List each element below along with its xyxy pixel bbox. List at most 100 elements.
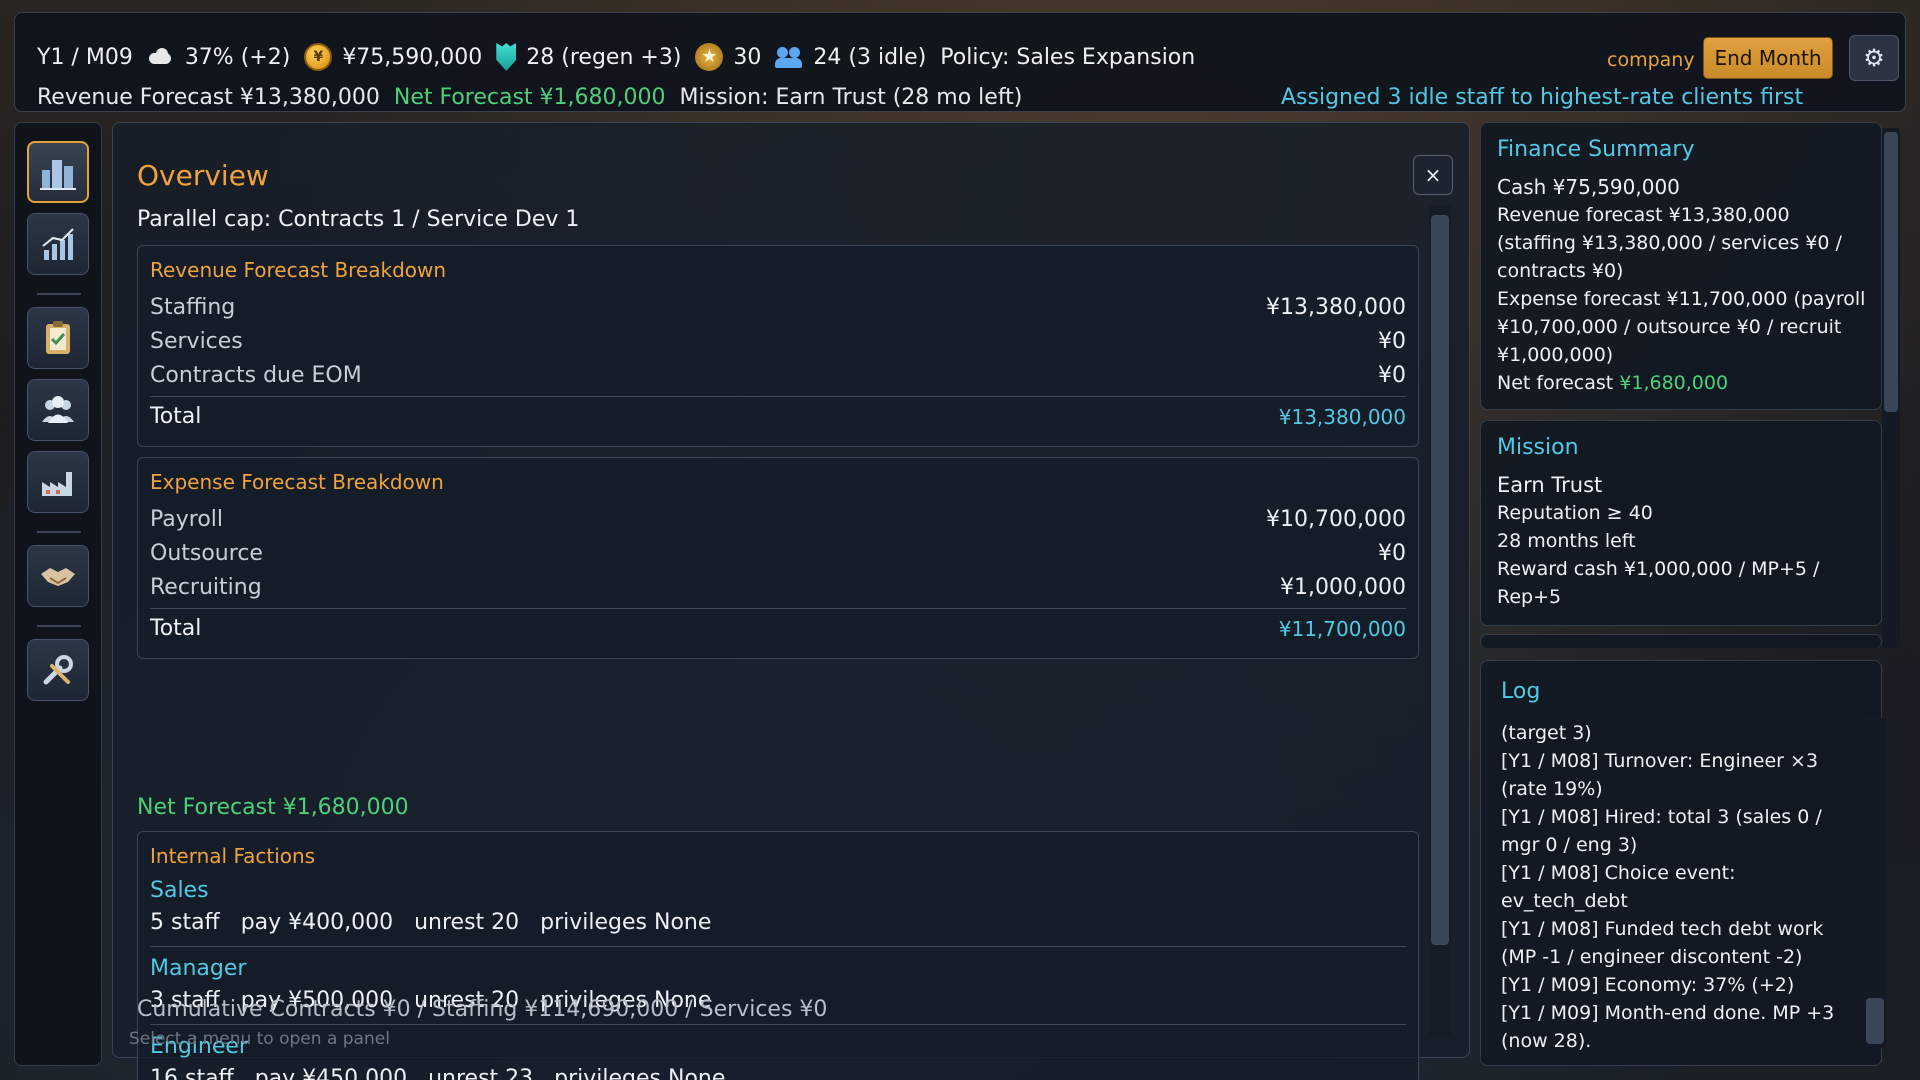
log-entry: [Y1 / M08] Hired: total 3 (sales 0 / mgr… [1501, 806, 1822, 856]
policy-text: Policy: Sales Expansion [940, 44, 1196, 70]
stats-row: Y1 / M09 37% (+2) ¥ ¥75,590,000 28 (rege… [37, 43, 1195, 71]
log-title: Log [1501, 679, 1541, 704]
coin-icon: ¥ [304, 43, 333, 71]
finance-expense: Expense forecast ¥11,700,000 (payroll ¥1… [1497, 288, 1866, 366]
mp-stat: 28 (regen +3) [496, 43, 681, 71]
crest-icon [496, 43, 517, 71]
cash-text: ¥75,590,000 [342, 44, 483, 70]
faction-detail-engineer: 16 staff pay ¥450,000 unrest 23 privileg… [150, 1066, 726, 1080]
staff-text: 24 (3 idle) [813, 44, 927, 70]
mission-title: Mission [1497, 435, 1579, 460]
log-entry: [Y1 / M08] Choice event: ev_tech_debt [1501, 862, 1736, 912]
company-label[interactable]: company [1607, 49, 1695, 71]
log-list: (target 3) [Y1 / M08] Turnover: Engineer… [1501, 719, 1853, 1055]
overview-scroll-thumb[interactable] [1431, 215, 1449, 945]
mission-time-left: 28 months left [1497, 530, 1636, 552]
finance-net-value: ¥1,680,000 [1619, 372, 1729, 394]
chart-icon [42, 228, 74, 260]
total-label: Total [150, 616, 202, 641]
left-nav [14, 122, 102, 1066]
end-month-button[interactable]: End Month [1703, 37, 1833, 79]
staff-stat: 24 (3 idle) [775, 43, 926, 71]
date-text: Y1 / M09 [37, 44, 133, 70]
reputation-text: 30 [733, 44, 762, 70]
total-value: ¥13,380,000 [1278, 404, 1406, 429]
log-entry: [Y1 / M09] Month-end done. MP +3 (now 28… [1501, 1002, 1835, 1052]
cash-stat: ¥ ¥75,590,000 [304, 43, 482, 71]
expense-line-item: Recruiting ¥1,000,000 [150, 570, 1406, 604]
revenue-line-item: Services ¥0 [150, 324, 1406, 358]
line-label: Staffing [150, 294, 236, 320]
factory-icon [42, 472, 72, 496]
economy-text: 37% (+2) [184, 44, 291, 70]
side-scroll-thumb[interactable] [1884, 132, 1898, 412]
log-scroll-thumb[interactable] [1866, 998, 1884, 1044]
nav-divider [37, 625, 81, 627]
total-label: Total [150, 404, 202, 429]
revenue-breakdown-title: Revenue Forecast Breakdown [150, 258, 447, 282]
revenue-line-item: Contracts due EOM ¥0 [150, 358, 1406, 392]
log-panel: Log (target 3) [Y1 / M08] Turnover: Engi… [1480, 660, 1882, 1066]
economy-stat: 37% (+2) [147, 43, 291, 71]
line-label: Payroll [150, 506, 224, 532]
line-label: Services [150, 328, 243, 354]
expense-line-item: Outsource ¥0 [150, 536, 1406, 570]
close-icon: × [1424, 163, 1442, 187]
line-label: Contracts due EOM [150, 362, 362, 388]
settings-button[interactable]: ⚙ [1849, 35, 1899, 81]
faction-name-manager: Manager [150, 956, 247, 981]
log-entry: (target 3) [1501, 722, 1592, 744]
clipboard-icon [46, 321, 70, 354]
net-forecast-text: Net Forecast ¥1,680,000 [393, 85, 666, 110]
line-value: ¥0 [1378, 540, 1406, 566]
net-forecast-line: Net Forecast ¥1,680,000 [137, 795, 409, 820]
nav-staff-button[interactable] [27, 379, 89, 441]
cumulative-text: Cumulative Contracts ¥0 / Staffing ¥114,… [137, 997, 828, 1022]
line-value: ¥0 [1378, 362, 1406, 388]
factions-title: Internal Factions [150, 844, 316, 868]
nav-chart-button[interactable] [27, 213, 89, 275]
nav-facility-button[interactable] [27, 451, 89, 513]
line-label: Outsource [150, 540, 263, 566]
date-stat: Y1 / M09 [37, 45, 133, 70]
faction-detail-sales: 5 staff pay ¥400,000 unrest 20 privilege… [150, 910, 712, 935]
team-icon [42, 396, 74, 423]
finance-cash: Cash ¥75,590,000 [1497, 175, 1680, 199]
parallel-cap-text: Parallel cap: Contracts 1 / Service Dev … [137, 207, 580, 232]
log-entry: [Y1 / M08] Funded tech debt work (MP -1 … [1501, 918, 1824, 968]
line-value: ¥13,380,000 [1266, 294, 1406, 320]
line-value: ¥10,700,000 [1266, 506, 1406, 532]
finance-summary-panel: Finance Summary Cash ¥75,590,000 Revenue… [1480, 122, 1882, 410]
nav-divider [37, 293, 81, 295]
faction-divider [150, 946, 1406, 947]
tools-icon [43, 655, 73, 685]
reputation-stat: ★ 30 [695, 43, 761, 71]
mission-panel: Mission Earn Trust Reputation ≥ 40 28 mo… [1480, 420, 1882, 626]
overview-panel: Overview × Parallel cap: Contracts 1 / S… [112, 122, 1470, 1080]
revenue-line-item: Staffing ¥13,380,000 [150, 290, 1406, 324]
close-button[interactable]: × [1413, 155, 1453, 195]
nav-overview-button[interactable] [27, 141, 89, 203]
mission-text: Mission: Earn Trust (28 mo left) [679, 85, 1023, 110]
buildings-icon [40, 160, 76, 190]
nav-tasks-button[interactable] [27, 307, 89, 369]
star-badge-icon: ★ [695, 43, 724, 71]
revenue-forecast-text: Revenue Forecast ¥13,380,000 [37, 85, 380, 110]
finance-net-row: Net forecast ¥1,680,000 [1497, 369, 1869, 397]
expense-total-row: Total ¥11,700,000 [150, 608, 1406, 648]
panel-hint-text: Select a menu to open a panel [129, 1029, 390, 1049]
finance-net-label: Net forecast [1497, 372, 1614, 394]
revenue-breakdown-box: Revenue Forecast Breakdown Staffing ¥13,… [137, 245, 1419, 447]
mission-requirement: Reputation ≥ 40 [1497, 502, 1653, 524]
handshake-icon [41, 568, 75, 586]
faction-name-sales: Sales [150, 878, 209, 903]
line-label: Recruiting [150, 574, 262, 600]
faction-divider [150, 1024, 1406, 1025]
nav-deals-button[interactable] [27, 545, 89, 607]
nav-tools-button[interactable] [27, 639, 89, 701]
expense-line-item: Payroll ¥10,700,000 [150, 502, 1406, 536]
mp-text: 28 (regen +3) [526, 44, 682, 70]
finance-revenue: Revenue forecast ¥13,380,000 (staffing ¥… [1497, 204, 1842, 282]
collapsed-panel-edge [1480, 634, 1882, 648]
assigned-message: Assigned 3 idle staff to highest-rate cl… [1281, 85, 1804, 110]
